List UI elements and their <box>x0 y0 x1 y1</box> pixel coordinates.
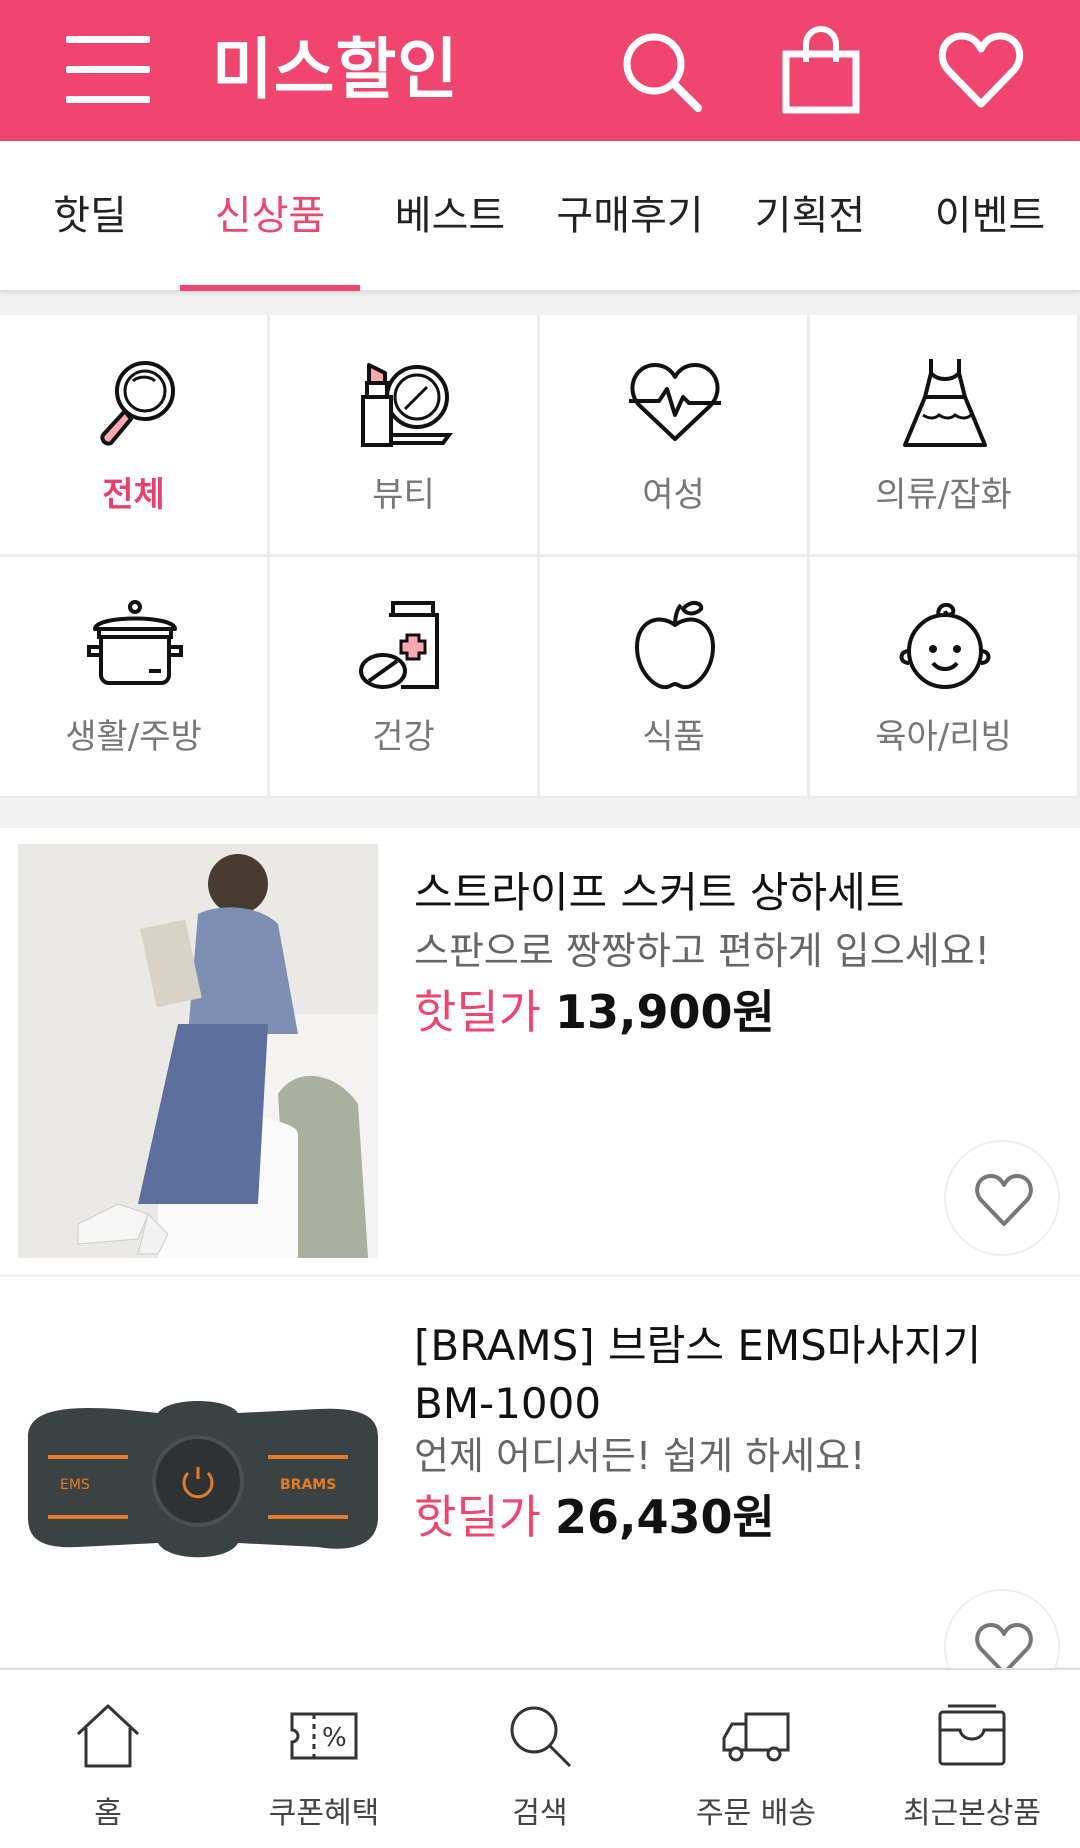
product-subtitle: 스판으로 짱짱하고 편하게 입으세요! <box>414 929 990 973</box>
tab-reviews[interactable]: 구매후기 <box>540 141 720 291</box>
search-icon[interactable] <box>616 26 706 116</box>
truck-icon <box>722 1712 790 1762</box>
tab-promotions[interactable]: 기획전 <box>720 141 900 291</box>
category-clothing[interactable]: 의류/잡화 <box>810 315 1080 557</box>
category-grid: 전체 뷰티 여성 의류/잡화 생활/주방 건강 식품 육아/리빙 <box>0 315 1080 799</box>
product-subtitle: 언제 어디서든! 쉽게 하세요! <box>414 1434 866 1478</box>
baby-icon <box>899 602 991 689</box>
category-label: 뷰티 <box>372 475 435 515</box>
price-label: 핫딜가 <box>414 1490 541 1544</box>
category-baby[interactable]: 육아/리빙 <box>810 557 1080 799</box>
category-label: 식품 <box>642 717 705 757</box>
lipstick-mirror-icon <box>361 363 453 447</box>
coupon-icon: % <box>290 1712 358 1760</box>
nav-label: 검색 <box>512 1796 568 1831</box>
nav-recent-products[interactable]: 최근본상품 <box>864 1670 1080 1848</box>
product-card[interactable]: EMS BRAMS [BRAMS] 브람스 EMS마사지기 BM-1000 언제… <box>0 1277 1080 1705</box>
nav-search[interactable]: 검색 <box>432 1670 648 1848</box>
shopping-bag-icon[interactable] <box>776 26 866 116</box>
category-beauty[interactable]: 뷰티 <box>270 315 540 557</box>
like-button[interactable] <box>944 1140 1060 1256</box>
category-label: 건강 <box>372 717 435 757</box>
category-living-kitchen[interactable]: 생활/주방 <box>0 557 270 799</box>
tab-new-products[interactable]: 신상품 <box>180 141 360 291</box>
tab-hotdeal[interactable]: 핫딜 <box>0 141 180 291</box>
nav-label: 쿠폰혜택 <box>268 1796 380 1831</box>
price-row: 핫딜가 13,900원 <box>414 976 775 1042</box>
product-title[interactable]: [BRAMS] 브람스 EMS마사지기 BM-1000 <box>414 1317 1034 1433</box>
menu-icon[interactable] <box>60 36 156 104</box>
product-image[interactable] <box>18 844 378 1258</box>
bottom-navigation: 홈 % 쿠폰혜택 검색 주문 배송 최근본상품 <box>0 1668 1080 1848</box>
category-food[interactable]: 식품 <box>540 557 810 799</box>
device-label-right: BRAMS <box>280 1477 336 1493</box>
apple-icon <box>635 601 715 690</box>
nav-label: 홈 <box>94 1796 122 1831</box>
nav-coupons[interactable]: % 쿠폰혜택 <box>216 1670 432 1848</box>
brand-logo[interactable]: 미스할인 <box>212 26 459 114</box>
category-all[interactable]: 전체 <box>0 315 270 557</box>
app-header: 미스할인 <box>0 0 1080 141</box>
recent-box-icon <box>938 1704 1006 1766</box>
nav-label: 주문 배송 <box>696 1796 816 1831</box>
category-label: 전체 <box>102 475 165 515</box>
tab-best[interactable]: 베스트 <box>360 141 540 291</box>
svg-text:%: % <box>322 1723 347 1753</box>
category-tabs: 핫딜 신상품 베스트 구매후기 기획전 이벤트 <box>0 141 1080 291</box>
nav-home[interactable]: 홈 <box>0 1670 216 1848</box>
product-card[interactable]: 스트라이프 스커트 상하세트 스판으로 짱짱하고 편하게 입으세요! 핫딜가 13… <box>0 828 1080 1274</box>
home-icon <box>76 1704 140 1768</box>
search-icon <box>510 1706 572 1768</box>
price-label: 핫딜가 <box>414 985 541 1039</box>
nav-order-delivery[interactable]: 주문 배송 <box>648 1670 864 1848</box>
category-label: 여성 <box>642 475 705 515</box>
category-label: 생활/주방 <box>65 717 202 757</box>
heart-icon[interactable] <box>936 26 1026 116</box>
dress-icon <box>903 359 987 447</box>
pot-icon <box>87 600 183 685</box>
category-label: 의류/잡화 <box>875 475 1012 515</box>
product-image[interactable]: EMS BRAMS <box>18 1317 378 1657</box>
category-health[interactable]: 건강 <box>270 557 540 799</box>
price-row: 핫딜가 26,430원 <box>414 1481 775 1547</box>
medicine-icon <box>359 601 439 689</box>
category-label: 육아/리빙 <box>875 717 1012 757</box>
heart-pulse-icon <box>629 363 721 441</box>
device-label-left: EMS <box>60 1477 90 1493</box>
price-value: 26,430원 <box>554 1490 775 1544</box>
product-title[interactable]: 스트라이프 스커트 상하세트 <box>414 864 1034 922</box>
category-women[interactable]: 여성 <box>540 315 810 557</box>
price-value: 13,900원 <box>554 985 775 1039</box>
heart-icon <box>975 1174 1033 1226</box>
nav-label: 최근본상품 <box>903 1796 1041 1831</box>
tab-events[interactable]: 이벤트 <box>900 141 1080 291</box>
magnifier-icon <box>100 361 175 446</box>
